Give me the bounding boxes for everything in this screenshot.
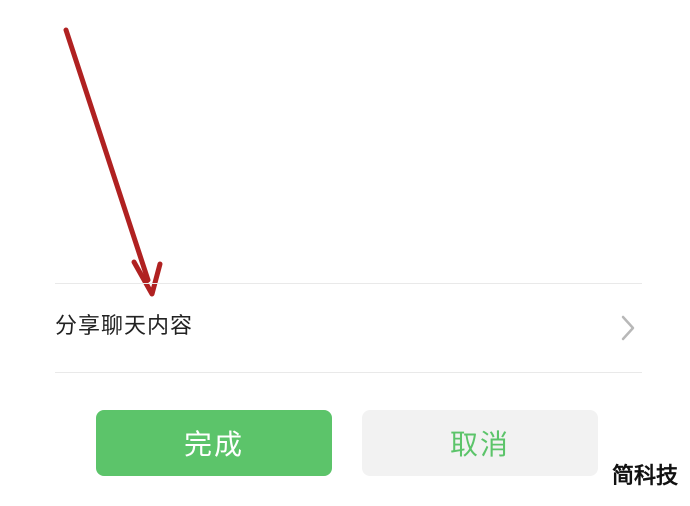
cancel-button[interactable]: 取消 <box>362 410 598 476</box>
divider-bottom <box>55 372 642 373</box>
share-chat-content-label: 分享聊天内容 <box>55 314 194 339</box>
chevron-right-icon <box>621 315 635 341</box>
done-button[interactable]: 完成 <box>96 410 332 476</box>
watermark-text: 简科技 <box>611 464 678 489</box>
share-chat-content-row[interactable]: 分享聊天内容 <box>55 284 642 372</box>
